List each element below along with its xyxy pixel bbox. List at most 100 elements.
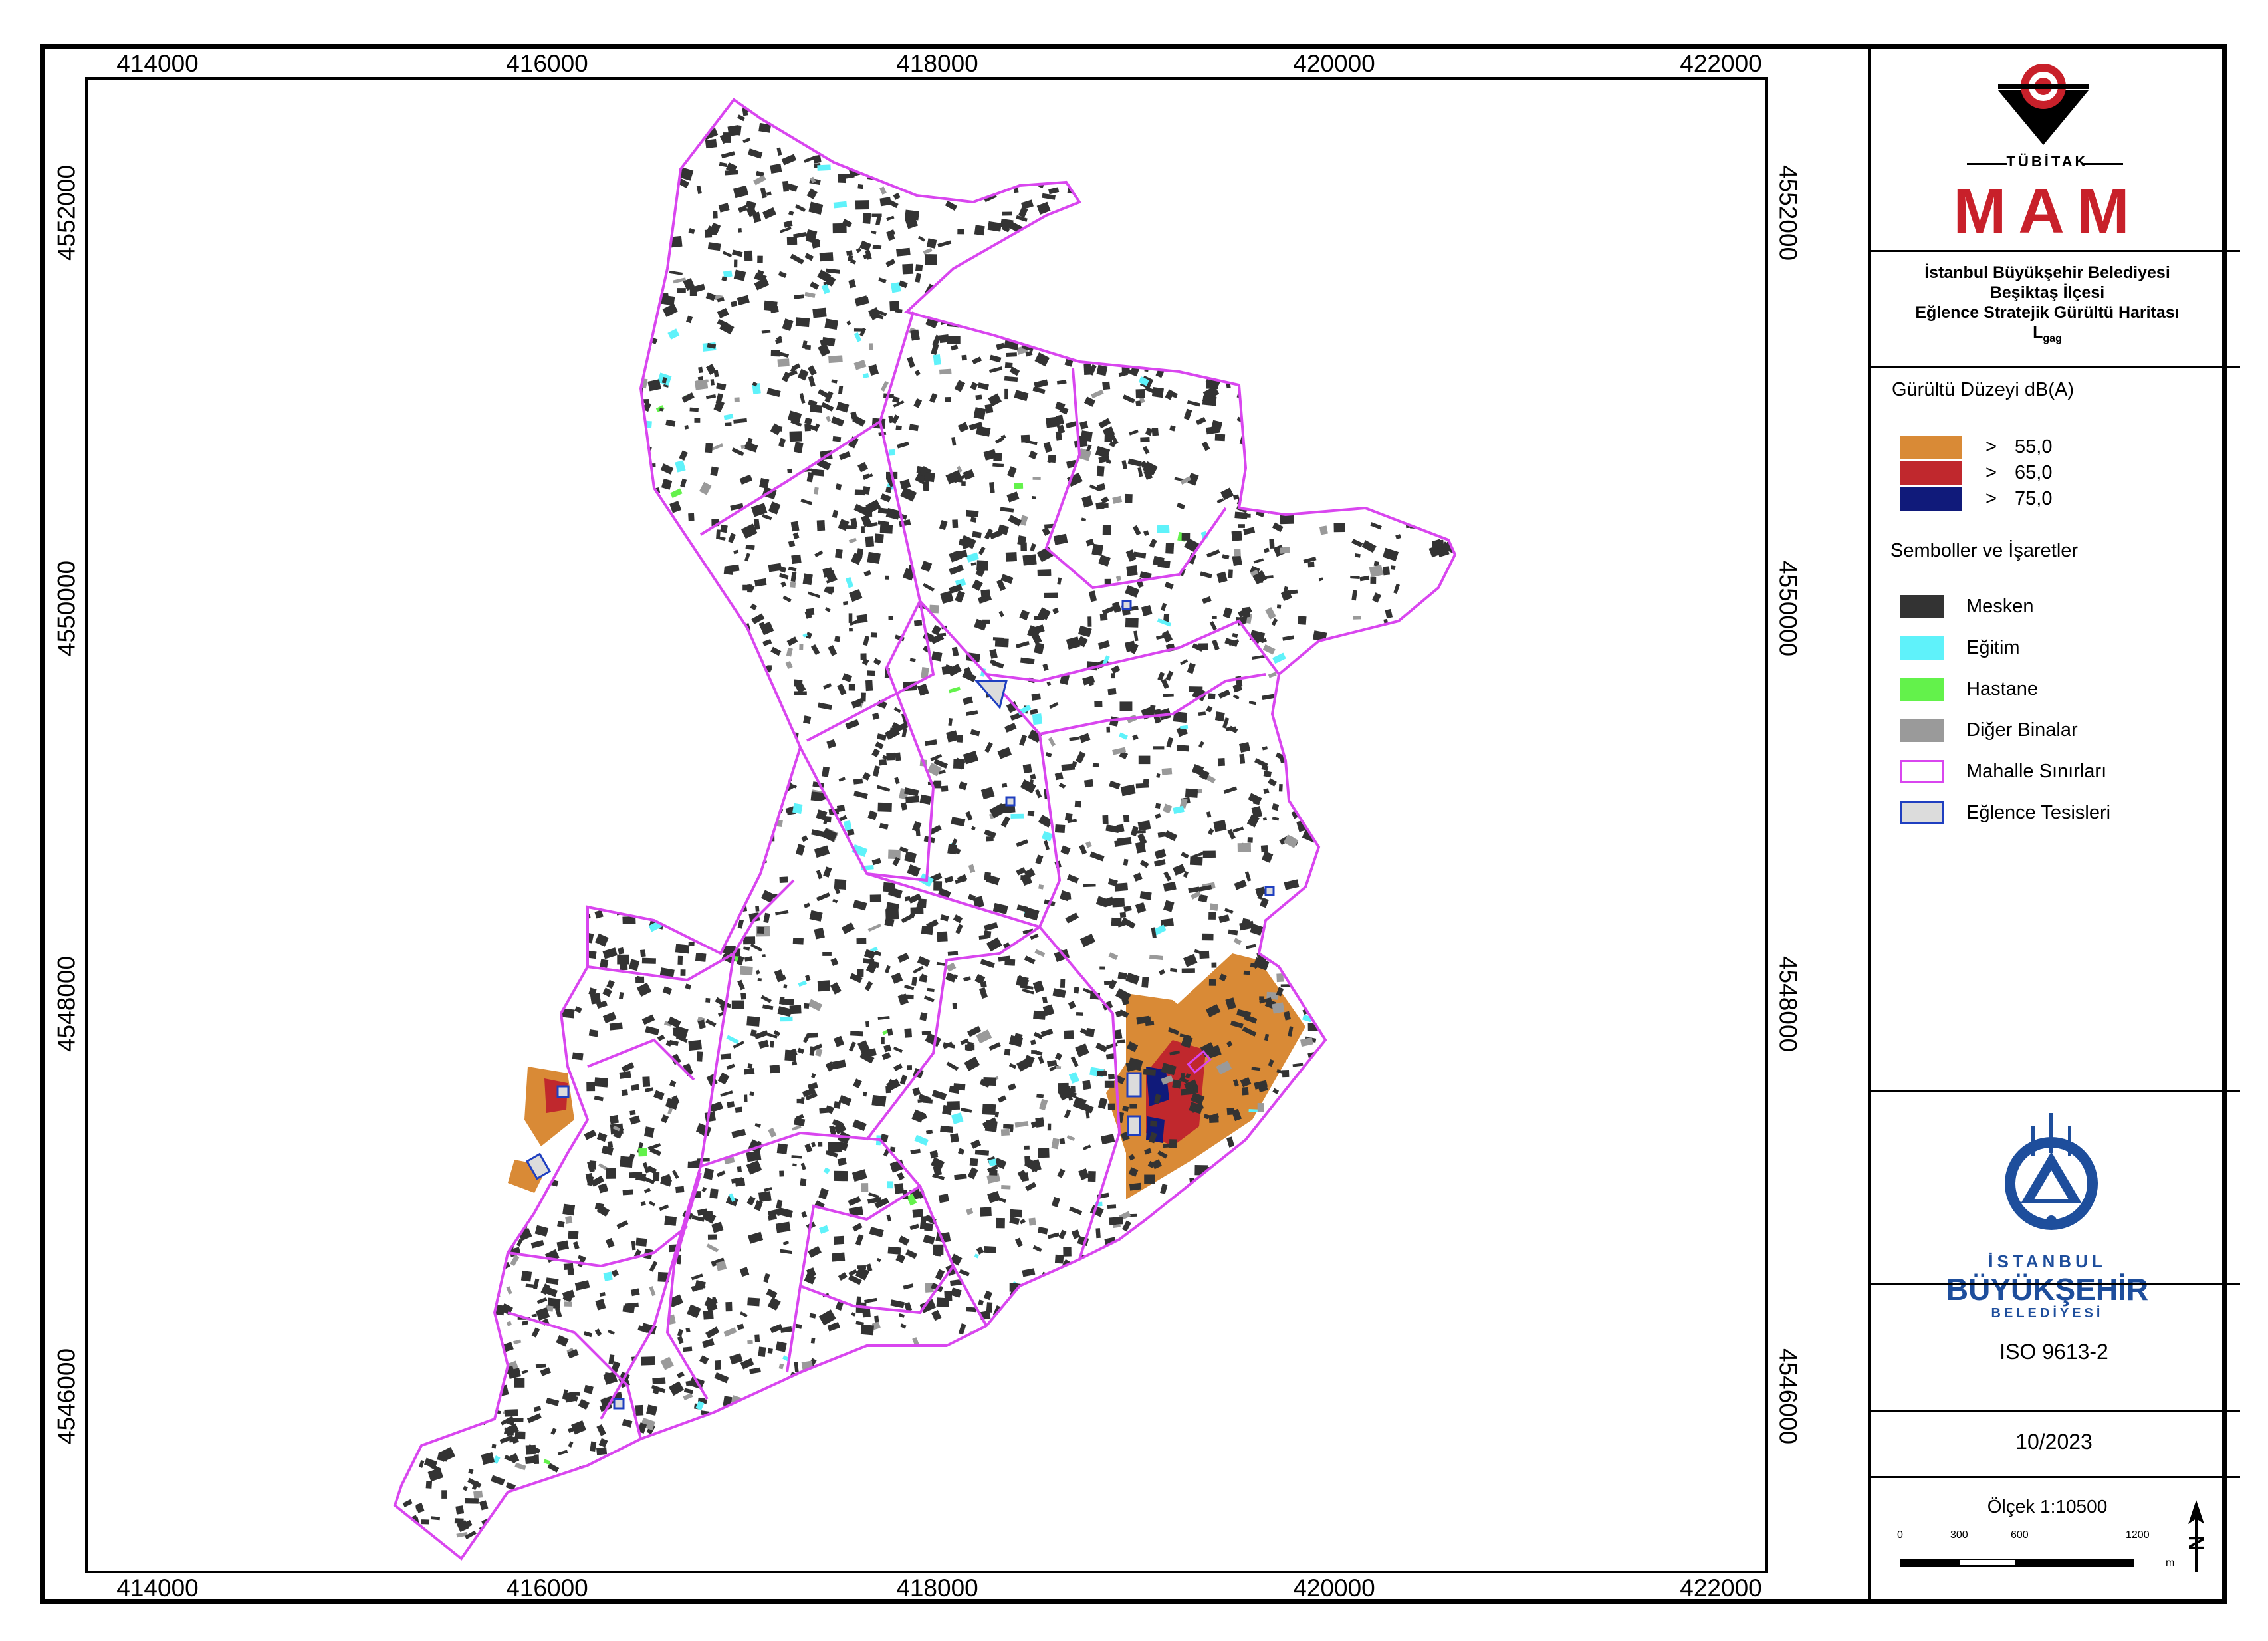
building [1459,671,1468,677]
building [413,264,419,271]
building [1032,1245,1042,1253]
building [1363,269,1370,273]
building [1329,1270,1342,1277]
building [1288,670,1301,679]
building [491,884,506,895]
building [1160,270,1167,275]
building [1098,418,1111,429]
building [1354,1052,1363,1059]
building [620,282,635,295]
building [1226,359,1232,364]
building [410,706,427,720]
building [1139,860,1149,868]
building [828,1399,840,1408]
building [979,1426,988,1434]
building [945,200,958,211]
building [446,1156,455,1166]
building [1392,1519,1397,1525]
building [795,1323,802,1329]
building [970,517,977,523]
building [1448,748,1455,757]
building [1128,176,1134,185]
building [1456,317,1468,329]
building [1111,1502,1119,1507]
building [1319,940,1328,944]
building [1295,269,1304,277]
building [1410,223,1423,231]
building [471,482,483,492]
building [590,277,598,287]
building [1101,606,1117,615]
building [526,582,540,594]
building [697,588,711,602]
building [1200,571,1212,579]
building [828,1142,841,1153]
building [819,252,834,262]
building [1116,824,1125,833]
building [1376,1336,1388,1348]
building [593,459,606,470]
building [395,1370,403,1382]
building [1354,1418,1359,1424]
building [1333,314,1346,326]
building [1140,165,1155,172]
building [431,1140,441,1146]
building [976,1354,986,1362]
building [1273,924,1280,932]
building [699,481,712,495]
building [463,937,469,948]
building [762,513,772,521]
building [1432,368,1444,381]
building [728,1565,738,1569]
building [1138,348,1145,356]
building [487,298,495,307]
building [426,1163,439,1172]
building [1391,320,1398,328]
building [405,1403,416,1412]
building [1377,858,1391,866]
building [1198,1350,1206,1358]
building [1272,652,1286,664]
building [1148,1259,1161,1270]
building [613,644,620,652]
building [923,178,931,184]
building [1037,569,1052,576]
building [601,606,615,617]
building [682,1346,693,1352]
building [1444,676,1455,690]
building [861,1475,876,1485]
building [421,120,437,131]
building [900,802,908,811]
map-canvas[interactable] [85,77,1768,1573]
y-tick: 4550000 [1774,560,1802,657]
building [1238,1267,1251,1278]
building [590,299,600,309]
building [660,1515,674,1523]
building [620,156,631,167]
building [828,645,838,656]
building [1325,1489,1336,1499]
building [457,1104,464,1114]
building [621,1089,628,1096]
building [1334,1053,1345,1064]
building [409,938,425,950]
building [715,1360,721,1370]
building [856,938,867,944]
building [625,362,641,376]
building [986,130,994,136]
building [479,1320,492,1328]
building [1344,640,1351,646]
building [848,279,856,289]
building [611,1269,619,1277]
building [833,1405,839,1413]
building [1323,1072,1329,1080]
building [767,1452,781,1459]
building [522,440,530,449]
building [1432,737,1439,744]
building [1091,543,1103,556]
building [1082,1080,1091,1090]
building [1230,158,1241,163]
building [805,975,811,981]
building [424,959,433,967]
building [782,318,794,332]
